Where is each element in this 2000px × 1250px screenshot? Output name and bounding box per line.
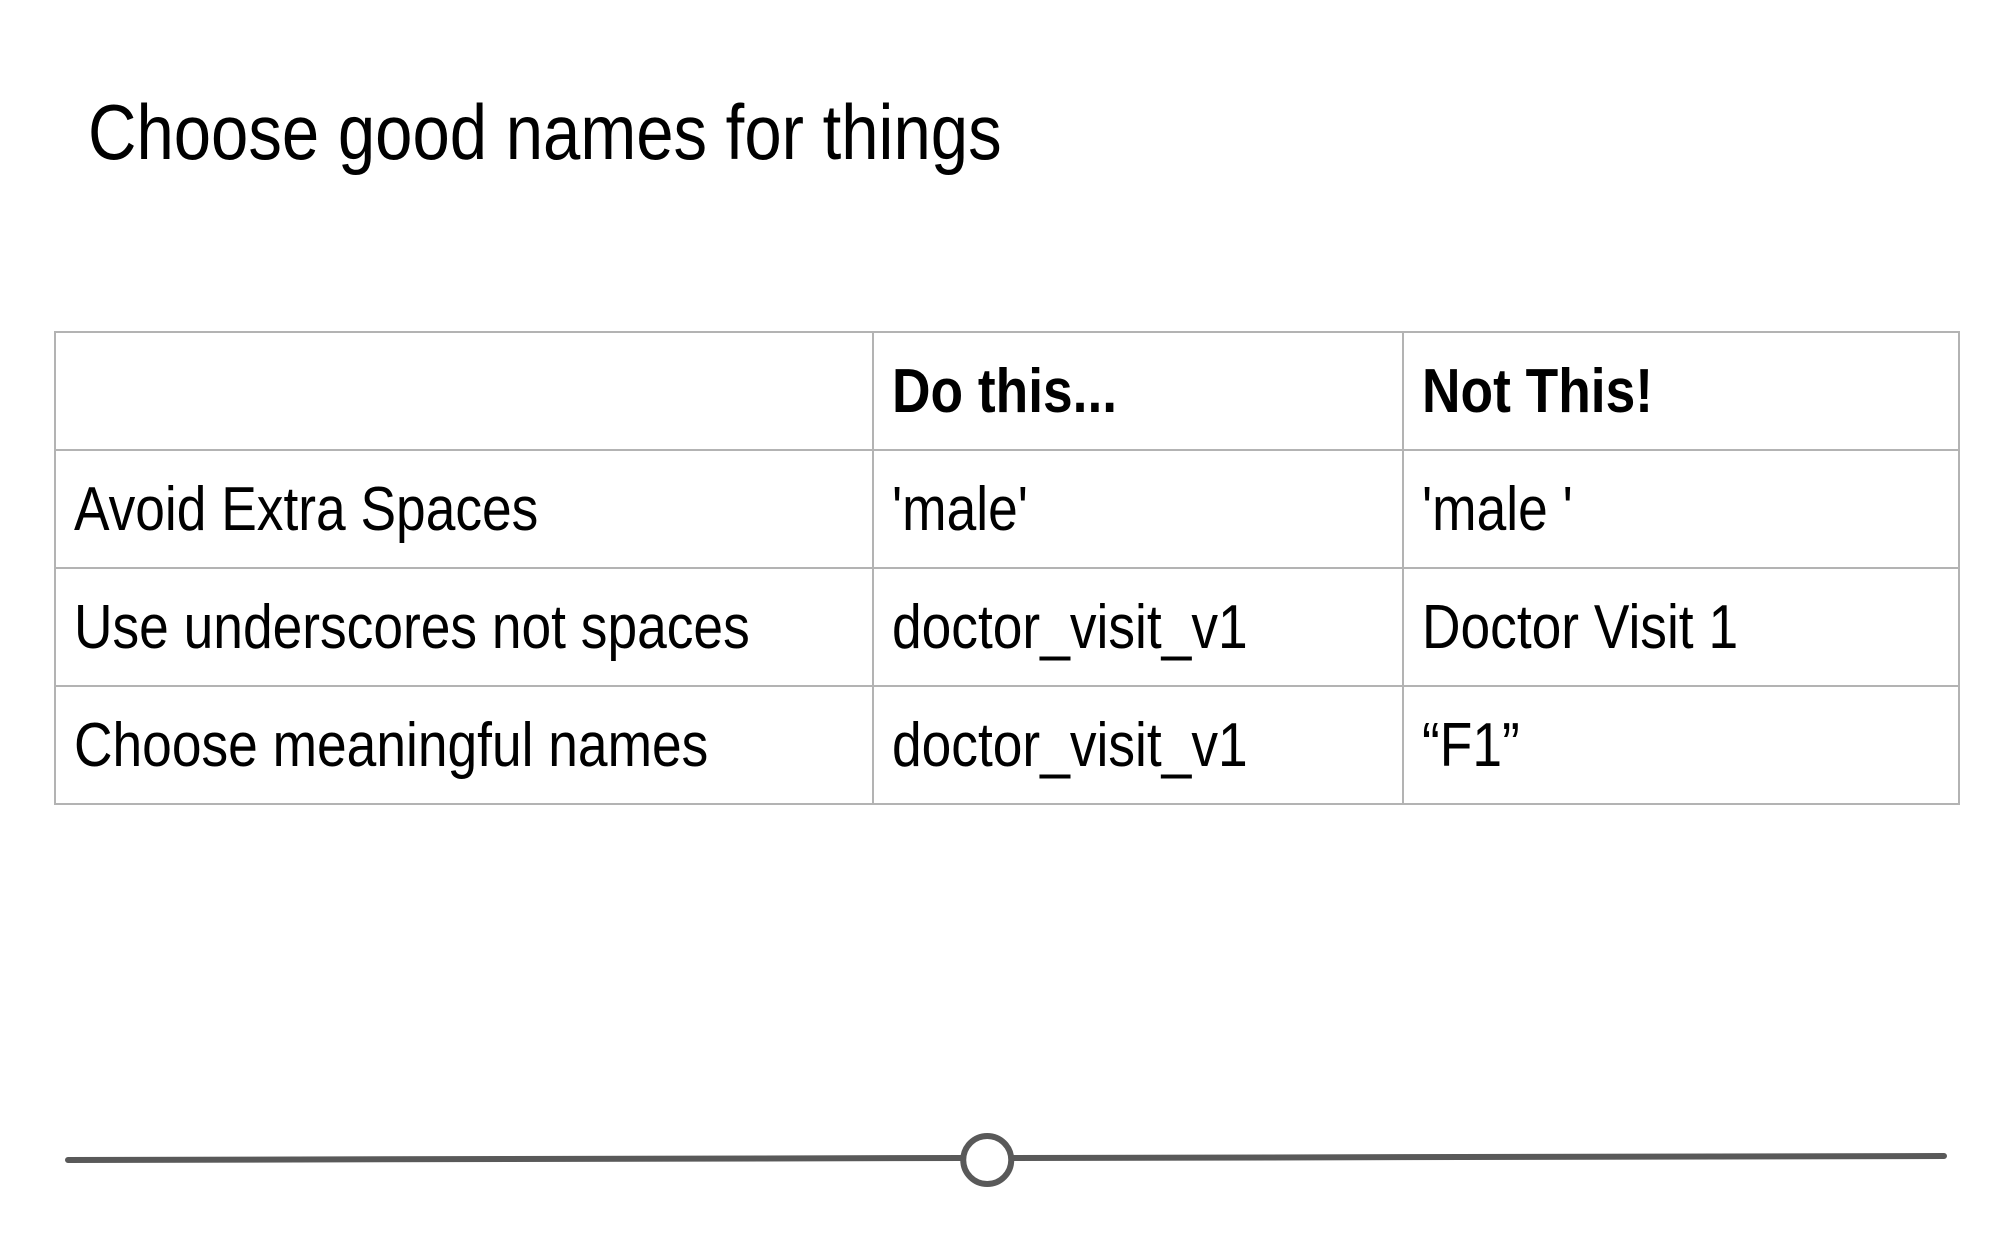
do-example-cell: 'male' — [872, 449, 1404, 569]
slider-handle[interactable] — [960, 1133, 1015, 1187]
do-example-cell: doctor_visit_v1 — [872, 567, 1404, 687]
table-row: Avoid Extra Spaces 'male' 'male ' — [54, 449, 1960, 569]
table-row: Choose meaningful names doctor_visit_v1 … — [54, 685, 1960, 805]
slider-track-left[interactable] — [65, 1155, 965, 1163]
header-cell-do-this: Do this... — [872, 331, 1404, 451]
dont-example-cell: 'male ' — [1402, 449, 1960, 569]
naming-guidelines-table: Do this... Not This! Avoid Extra Spaces … — [54, 331, 1960, 805]
dont-example-cell: Doctor Visit 1 — [1402, 567, 1960, 687]
slider-track-right[interactable] — [1010, 1153, 1947, 1161]
header-not-this-label: Not This! — [1422, 356, 1654, 426]
header-do-this-label: Do this... — [892, 356, 1118, 426]
table-row: Use underscores not spaces doctor_visit_… — [54, 567, 1960, 687]
rule-cell: Choose meaningful names — [54, 685, 874, 805]
dont-example-cell: “F1” — [1402, 685, 1960, 805]
table-header-row: Do this... Not This! — [54, 331, 1960, 451]
do-example-cell: doctor_visit_v1 — [872, 685, 1404, 805]
rule-cell: Use underscores not spaces — [54, 567, 874, 687]
slide-title: Choose good names for things — [88, 88, 1002, 176]
progress-slider[interactable] — [0, 1120, 2000, 1200]
rule-cell: Avoid Extra Spaces — [54, 449, 874, 569]
header-cell-not-this: Not This! — [1402, 331, 1960, 451]
header-cell-empty — [54, 331, 874, 451]
